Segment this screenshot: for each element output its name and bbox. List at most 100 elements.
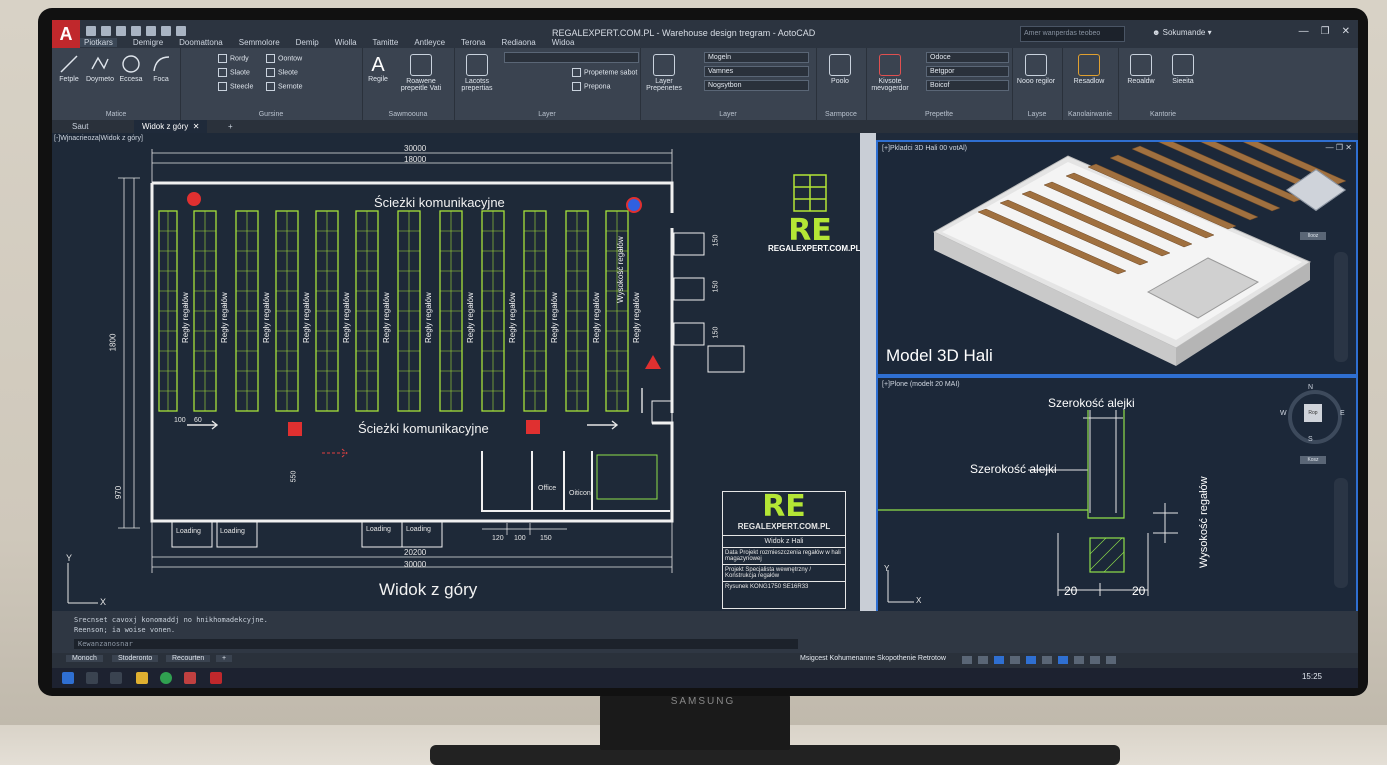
tab-widok[interactable]: Widok z góry ✕ (134, 120, 208, 133)
array-tool[interactable]: Sernote (266, 82, 303, 91)
ribbon-tab[interactable]: Rediaona (502, 38, 536, 47)
navigation-bar[interactable] (1334, 252, 1348, 362)
polyline-button[interactable]: Doymeto (84, 54, 116, 83)
linetype-prop-dropdown[interactable]: Boicof (926, 80, 1009, 91)
snap-toggle-icon[interactable] (978, 656, 988, 664)
layer-dropdown[interactable]: Mogeln (704, 52, 809, 63)
scale-tool[interactable]: Sleote (266, 68, 298, 77)
line-button[interactable]: Fetple (56, 54, 82, 83)
browser-icon[interactable] (160, 672, 172, 684)
color-dropdown[interactable]: Vamnes (704, 66, 809, 77)
layer-state-dropdown[interactable] (504, 52, 639, 63)
add-layout-button[interactable]: + (216, 655, 233, 662)
stretch-tool[interactable]: Steecle (218, 82, 253, 91)
grid-toggle-icon[interactable] (962, 656, 972, 664)
customize-icon[interactable] (1106, 656, 1116, 664)
rack-logo-icon (793, 174, 827, 212)
office-dim: 120 (492, 535, 504, 542)
move-tool[interactable]: Rordy (218, 54, 249, 63)
lineweight-toggle-icon[interactable] (1042, 656, 1052, 664)
osnap-toggle-icon[interactable] (1026, 656, 1036, 664)
lineweight-dropdown[interactable]: Betgpor (926, 66, 1009, 77)
viewport-splitter[interactable] (860, 133, 876, 611)
open-icon[interactable] (101, 26, 111, 36)
offset-tool[interactable]: Oontow (266, 54, 302, 63)
file-explorer-icon[interactable] (136, 672, 148, 684)
save-icon[interactable] (116, 26, 126, 36)
color-prop-dropdown[interactable]: Odoce (926, 52, 1009, 63)
layout-tab-1[interactable]: Stoderonto (112, 655, 159, 662)
rack-button[interactable]: Resadlow (1068, 54, 1110, 85)
layout-tab-2[interactable]: Recourten (166, 655, 211, 662)
navigation-bar[interactable] (1334, 478, 1348, 588)
compass-n: N (1308, 384, 1314, 391)
minimize-icon[interactable]: — (1299, 26, 1309, 37)
rack-icon (1078, 54, 1100, 76)
ribbon-group-modify: Rordy Slaote Steecle Oontow Sleote Serno… (180, 48, 363, 120)
saveas-icon[interactable] (131, 26, 141, 36)
viewport-2d-detail[interactable]: [+]Plone (modelt 20 MAI) Szerokość alejk… (876, 376, 1358, 625)
dimension-button[interactable]: Roawene prepeitle Vati (392, 54, 450, 92)
task-view-icon[interactable] (110, 672, 122, 684)
ribbon-group-clipboard: Reoaldw Sieeita Kantorie (1118, 48, 1208, 120)
start-icon[interactable] (62, 672, 74, 684)
ribbon-tab[interactable]: Piotkars (80, 38, 117, 47)
layout-tab-model[interactable]: Monoch (66, 655, 103, 662)
layer-properties-manager-button[interactable]: Layer Prepenetes (642, 54, 686, 92)
layer-properties-button[interactable]: Lacotss prepertias (456, 54, 498, 92)
tab-start[interactable]: Saut (64, 120, 96, 133)
layer-tool-1[interactable]: Propeteme sabot (572, 68, 637, 77)
workspace-icon[interactable] (1090, 656, 1100, 664)
company-logo: RE REGALEXPERT.COM.PL (768, 173, 860, 253)
command-input[interactable]: Kewanzanosnar (74, 639, 798, 649)
folder-button[interactable]: Sieeita (1164, 54, 1202, 85)
app-icon[interactable] (184, 672, 196, 684)
text-button[interactable]: A Regile (364, 54, 392, 83)
new-icon[interactable] (86, 26, 96, 36)
print-icon[interactable] (146, 26, 156, 36)
drawing-viewport-plan[interactable]: [-]Wjnacrieoza|Widok z góry] 30000 18000… (52, 133, 860, 611)
polar-toggle-icon[interactable] (1010, 656, 1020, 664)
ribbon-tab[interactable]: Widoa (552, 38, 575, 47)
ribbon-tab[interactable]: Tamitte (373, 38, 399, 47)
redo-icon[interactable] (176, 26, 186, 36)
insert-button[interactable]: Poolo (822, 54, 858, 85)
ortho-toggle-icon[interactable] (994, 656, 1004, 664)
ribbon-tab[interactable]: Antleyce (414, 38, 445, 47)
layer-tool-2[interactable]: Prepona (572, 82, 610, 91)
close-icon[interactable]: ✕ (1342, 26, 1350, 37)
viewport-3d[interactable]: [+]Pkladci 3D Hali 00 votAl) — ❐ ✕ Model… (876, 140, 1358, 376)
status-bar: Monoch Stoderonto Recourten + Msigcest K… (52, 653, 1358, 668)
linetype-dropdown[interactable]: Nogsytbon (704, 80, 809, 91)
app-logo-icon[interactable]: A (52, 20, 80, 48)
ribbon-tab[interactable]: Wiolla (335, 38, 357, 47)
compass-menu[interactable]: Kosz (1300, 456, 1326, 464)
stretch-icon (218, 82, 227, 91)
selection-toggle-icon[interactable] (1058, 656, 1068, 664)
viewcube-menu[interactable]: Ilooz (1300, 232, 1326, 240)
match-properties-button[interactable]: Kivsote mevogerdor (868, 54, 912, 92)
search-input[interactable]: Amer wanperdas teobeo (1020, 26, 1125, 42)
annotation-scale-icon[interactable] (1074, 656, 1084, 664)
new-tab-button[interactable]: + (220, 120, 241, 133)
dim-label-a: 20 (1064, 584, 1078, 598)
ribbon-tab[interactable]: Demigre (133, 38, 163, 47)
undo-icon[interactable] (161, 26, 171, 36)
ribbon-tab[interactable]: Terona (461, 38, 485, 47)
ribbon-tab[interactable]: Doomattona (179, 38, 223, 47)
ribbon-tab[interactable]: Semmolore (239, 38, 280, 47)
restore-icon[interactable]: ❐ (1321, 26, 1330, 37)
group-button[interactable]: Nooo regilor (1016, 54, 1056, 85)
paste-button[interactable]: Reoaldw (1122, 54, 1160, 85)
rotate-tool[interactable]: Slaote (218, 68, 250, 77)
user-account[interactable]: ☻ Sokumande ▾ (1152, 28, 1212, 37)
alley-width-label-top: Szerokość alejki (1048, 396, 1135, 410)
circle-button[interactable]: Eccesa (118, 54, 144, 83)
close-tab-icon[interactable]: ✕ (193, 122, 200, 131)
viewcube-face[interactable]: Rop (1304, 404, 1322, 422)
search-icon[interactable] (86, 672, 98, 684)
arc-button[interactable]: Foca (148, 54, 174, 83)
ribbon-tab[interactable]: Demip (296, 38, 319, 47)
autocad-taskbar-icon[interactable] (210, 672, 222, 684)
aisle-label-top: Ścieżki komunikacyjne (374, 195, 505, 210)
